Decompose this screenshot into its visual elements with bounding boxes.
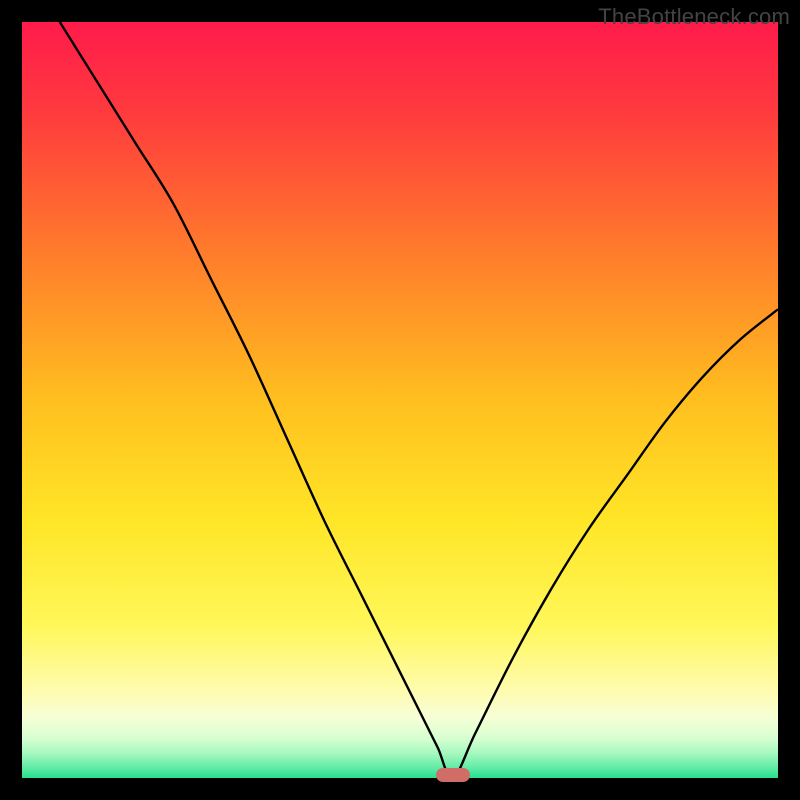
plot-area — [22, 22, 778, 778]
chart-frame: TheBottleneck.com — [0, 0, 800, 800]
optimum-marker — [436, 768, 470, 782]
gradient-background — [22, 22, 778, 778]
watermark-text: TheBottleneck.com — [598, 4, 790, 30]
chart-svg — [22, 22, 778, 778]
